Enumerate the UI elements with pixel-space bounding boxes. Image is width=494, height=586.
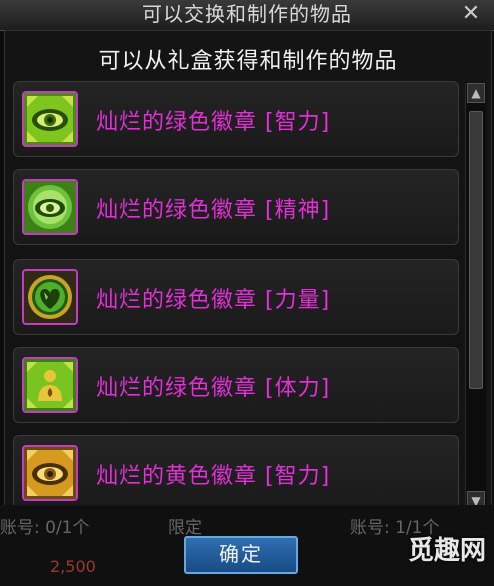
green-eye-emblem-icon xyxy=(22,91,78,147)
background-account-count: 账号: 0/1个 xyxy=(0,518,90,538)
item-list-panel: 可以从礼盒获得和制作的物品 灿烂的绿色徽章 [智力] 灿烂的绿色徽章 [精神] … xyxy=(4,30,492,537)
list-item[interactable]: 灿烂的黄色徽章 [智力] xyxy=(13,435,459,511)
panel-subtitle: 可以从礼盒获得和制作的物品 xyxy=(98,49,398,74)
green-figure-emblem-icon xyxy=(22,357,78,413)
close-button[interactable]: ✕ xyxy=(458,2,484,28)
window-title: 可以交换和制作的物品 xyxy=(142,2,352,26)
list-item[interactable]: 灿烂的绿色徽章 [智力] xyxy=(13,81,459,157)
scroll-up-button[interactable]: ▲ xyxy=(467,83,485,103)
item-name: 灿烂的黄色徽章 [智力] xyxy=(96,464,331,489)
confirm-button[interactable]: 确定 xyxy=(184,536,298,574)
background-account-count-right: 账号: 1/1个 xyxy=(350,518,440,538)
list-item[interactable]: 灿烂的绿色徽章 [精神] xyxy=(13,169,459,245)
item-name: 灿烂的绿色徽章 [精神] xyxy=(96,198,331,223)
scroll-thumb[interactable] xyxy=(469,111,483,389)
item-name: 灿烂的绿色徽章 [智力] xyxy=(96,110,331,135)
green-heart-emblem-icon xyxy=(22,269,78,325)
window-title-bar: 可以交换和制作的物品 ✕ xyxy=(0,0,494,31)
list-item[interactable]: 灿烂的绿色徽章 [体力] xyxy=(13,347,459,423)
green-eye-emblem-icon xyxy=(22,179,78,235)
item-name: 灿烂的绿色徽章 [力量] xyxy=(96,288,331,313)
background-price: 2,500 xyxy=(50,557,96,576)
background-limit-label: 限定 xyxy=(168,518,202,538)
yellow-eye-emblem-icon xyxy=(22,445,78,501)
watermark-logo: 觅趣网 xyxy=(408,536,487,566)
item-name: 灿烂的绿色徽章 [体力] xyxy=(96,376,331,401)
list-item[interactable]: 灿烂的绿色徽章 [力量] xyxy=(13,259,459,335)
list-scrollbar[interactable]: ▲ ▼ xyxy=(465,83,486,513)
